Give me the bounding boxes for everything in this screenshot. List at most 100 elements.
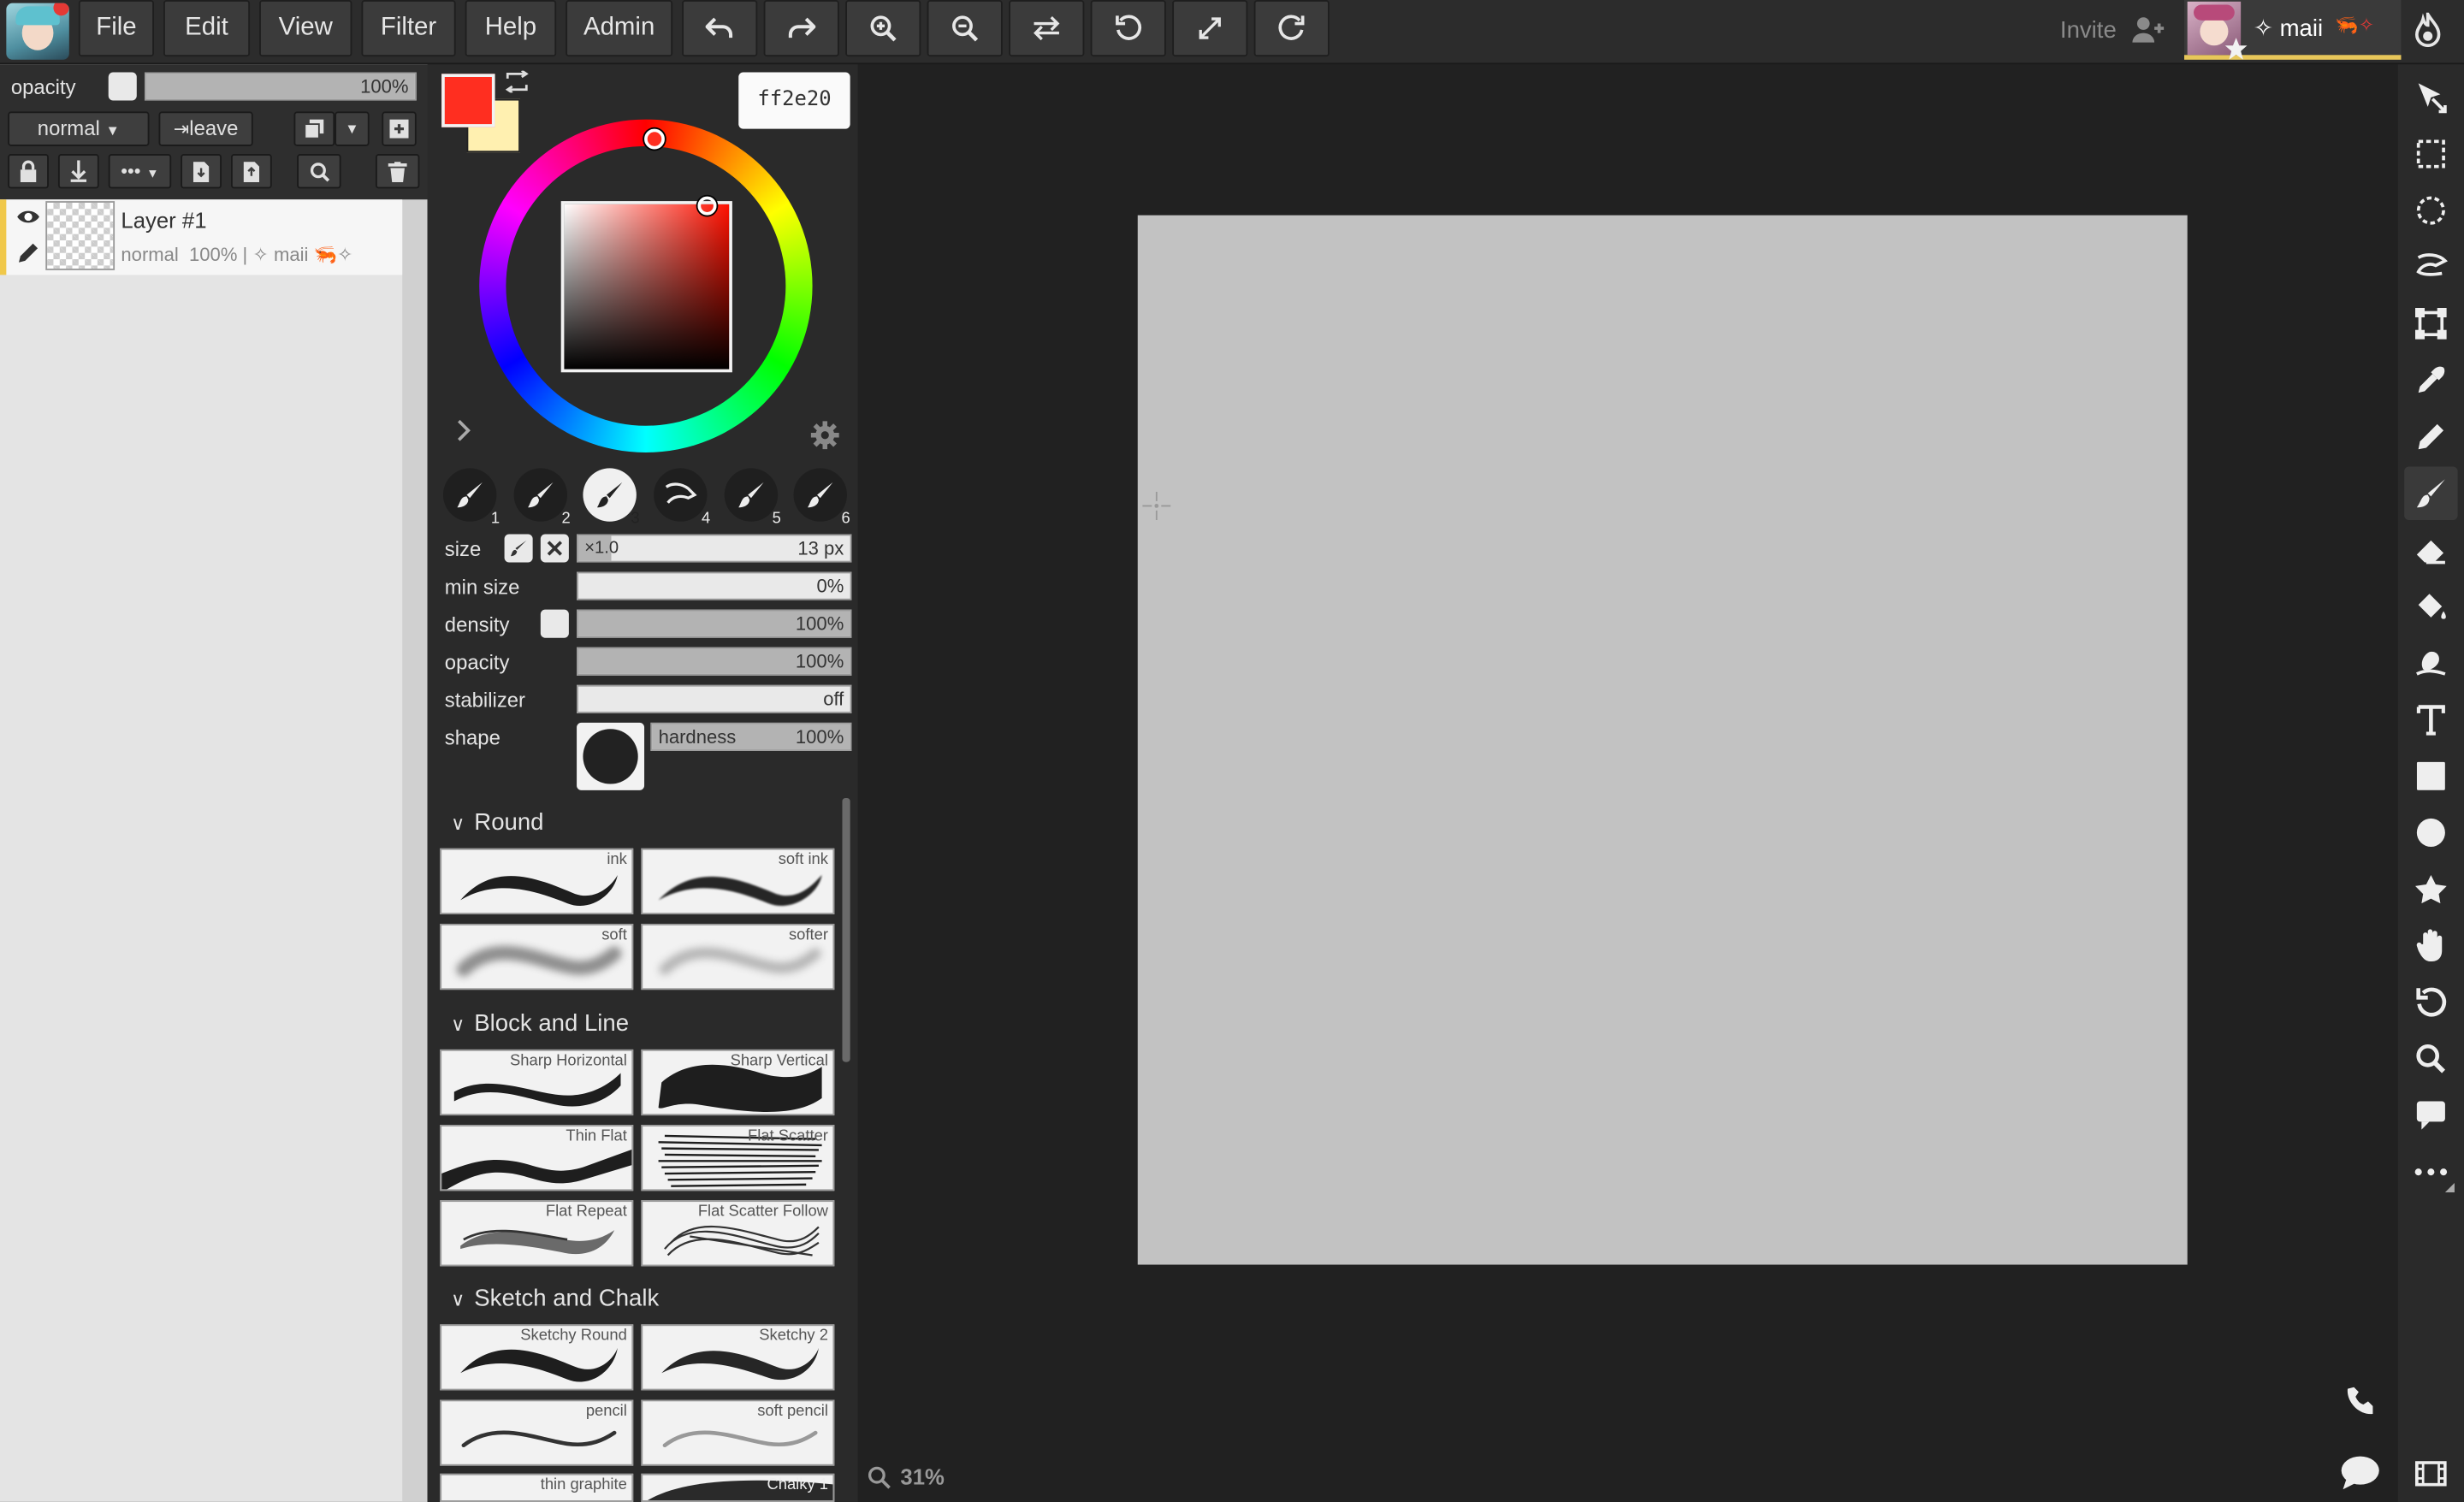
fill-tool[interactable] [2404,580,2457,633]
brush-slot-6[interactable]: 6 [793,468,850,528]
layers-scrollbar[interactable] [402,199,428,1502]
size-pressure-toggle[interactable] [504,534,533,563]
brush-shape-preview[interactable] [577,722,645,790]
blur-tool[interactable] [2404,636,2457,689]
rectangle-shape-tool[interactable] [2404,749,2457,802]
rotate-left-button[interactable] [1090,0,1166,57]
layer-item[interactable]: Layer #1 normal 100% | ✧ maii 🦐✧ [0,199,403,275]
brush-preset-thin-flat[interactable]: Thin Flat [440,1125,634,1192]
brush-preset-ink[interactable]: ink [440,848,634,914]
brush-preset-soft[interactable]: soft [440,923,634,990]
brush-preset-soft-ink[interactable]: soft ink [641,848,835,914]
duplicate-layer-button[interactable] [293,111,335,146]
annotation-tool[interactable] [2404,1089,2457,1142]
app-logo-avatar[interactable] [6,3,69,60]
brush-preset-sharp-horizontal[interactable]: Sharp Horizontal [440,1049,634,1116]
polygon-shape-tool[interactable] [2404,862,2457,915]
min-size-slider[interactable]: 0% [577,571,852,600]
view-menu[interactable]: View [259,0,352,57]
brush-group-sketch-header[interactable]: ∨ Sketch and Chalk [451,1285,659,1311]
layer-opacity-lock-toggle[interactable] [108,72,137,101]
brush-slot-2[interactable]: 2 [513,468,571,528]
brush-group-round-header[interactable]: ∨ Round [451,809,543,836]
export-layer-button[interactable] [230,153,272,189]
brush-preset-thin-graphite[interactable]: thin graphite [440,1473,634,1502]
brush-slot-3[interactable]: 3 [583,468,640,528]
stabilizer-slider[interactable]: off [577,684,852,713]
filter-menu[interactable]: Filter [361,0,456,57]
brush-preset-flat-scatter[interactable]: Flat Scatter [641,1125,835,1192]
invite-button[interactable]: Invite [2049,0,2175,60]
eraser-tool[interactable] [2404,523,2457,577]
user-profile[interactable]: ✧ maii 🦐✧ [2184,0,2402,60]
blend-mode-select[interactable]: normal ▼ [8,111,150,146]
leave-button[interactable]: ⇥leave [158,111,253,146]
chevron-right-icon[interactable] [454,419,473,441]
drawing-canvas[interactable] [1137,215,2188,1265]
brush-preset-flat-repeat[interactable]: Flat Repeat [440,1200,634,1267]
eye-icon[interactable] [15,207,40,226]
import-layer-button[interactable] [181,153,222,189]
lock-layer-button[interactable] [8,153,49,189]
brush-preset-sketchy-round[interactable]: Sketchy Round [440,1324,634,1391]
gear-icon[interactable] [810,421,839,450]
density-slider[interactable]: 100% [577,609,852,638]
size-slider[interactable]: ×1.0 13 px [577,534,852,563]
brush-preset-pencil[interactable]: pencil [440,1399,634,1466]
rect-select-tool[interactable] [2404,127,2457,180]
eyedropper-tool[interactable] [2404,353,2457,406]
brush-group-block-header[interactable]: ∨ Block and Line [451,1010,629,1037]
film-strip-icon[interactable] [2415,1461,2447,1487]
lasso-tool[interactable] [2404,240,2457,293]
phone-icon[interactable] [2342,1382,2379,1420]
merge-down-button[interactable] [57,153,99,189]
brush-tool[interactable] [2404,466,2458,520]
brush-preset-soft-pencil[interactable]: soft pencil [641,1399,835,1466]
size-reset-button[interactable] [540,534,569,563]
find-layer-button[interactable] [297,153,341,189]
brush-slot-1[interactable]: 1 [442,468,500,528]
notification-button[interactable] [2404,6,2451,53]
rotate-right-button[interactable] [1253,0,1330,57]
brush-slot-5[interactable]: 5 [724,468,781,528]
hardness-slider[interactable]: hardness 100% [650,722,852,751]
edit-menu[interactable]: Edit [163,0,251,57]
density-pressure-toggle[interactable] [540,609,569,638]
fit-view-button[interactable] [1172,0,1248,57]
admin-menu[interactable]: Admin [566,0,673,57]
move-select-tool[interactable] [2404,71,2457,124]
redo-button[interactable] [763,0,839,57]
pen-tool[interactable] [2404,410,2457,463]
ellipse-shape-tool[interactable] [2404,806,2457,859]
brush-preset-softer[interactable]: softer [641,923,835,990]
more-options-button[interactable]: ••• ▼ [108,153,172,189]
rotate-tool[interactable] [2404,976,2457,1029]
zoom-tool[interactable] [2404,1032,2457,1085]
delete-layer-button[interactable] [375,153,420,189]
pencil-icon[interactable] [17,242,39,264]
saturation-handle[interactable] [697,196,717,216]
zoom-out-button[interactable] [927,0,1003,57]
text-tool[interactable] [2404,693,2457,746]
file-menu[interactable]: File [78,0,154,57]
layer-opacity-slider[interactable]: 100% [144,72,417,101]
zoom-in-button[interactable] [845,0,921,57]
brush-list-scrollbar[interactable] [842,798,850,1062]
brush-preset-sketchy-2[interactable]: Sketchy 2 [641,1324,835,1391]
brush-preset-chalky-1[interactable]: Chalky 1 [641,1473,835,1502]
chat-bubble-icon[interactable] [2340,1455,2381,1490]
add-layer-button[interactable] [382,111,417,146]
saturation-value-square[interactable] [560,201,732,373]
transform-tool[interactable] [2404,297,2457,350]
swap-colors-icon[interactable] [503,70,531,93]
brush-preset-flat-scatter-follow[interactable]: Flat Scatter Follow [641,1200,835,1267]
ellipse-select-tool[interactable] [2404,184,2457,237]
brush-preset-sharp-vertical[interactable]: Sharp Vertical [641,1049,835,1116]
flip-view-button[interactable] [1009,0,1085,57]
brush-slot-4[interactable]: 4 [654,468,710,528]
brush-opacity-slider[interactable]: 100% [577,647,852,676]
hand-tool[interactable] [2404,919,2457,972]
help-menu[interactable]: Help [465,0,557,57]
hue-handle[interactable] [644,128,665,150]
hex-color-input[interactable]: ff2e20 [738,72,850,129]
